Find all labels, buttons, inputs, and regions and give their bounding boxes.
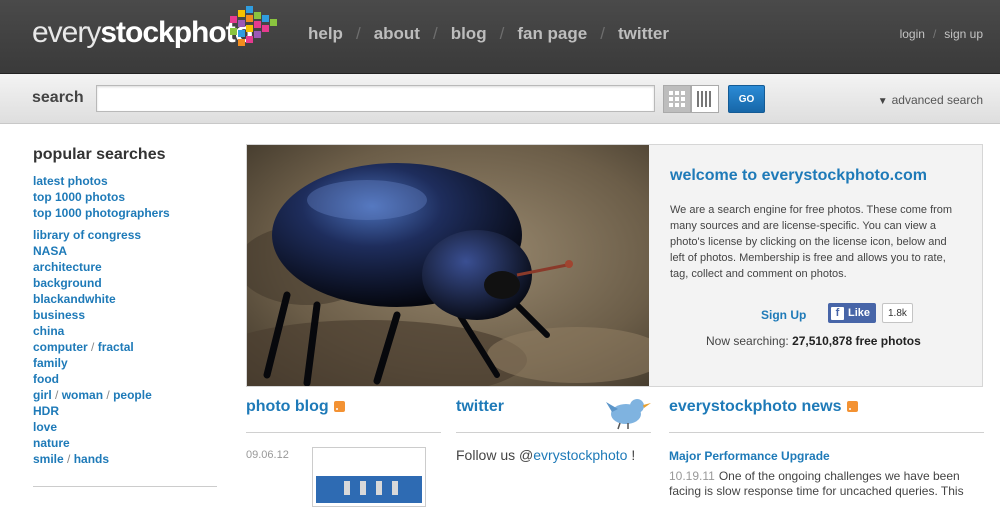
nav-blog[interactable]: blog <box>451 24 487 43</box>
blog-thumbnail-image <box>316 451 422 503</box>
popular-searches-title: popular searches <box>33 146 166 163</box>
now-searching-prefix: Now searching: <box>706 334 789 348</box>
sidebar-link[interactable]: girl <box>33 388 52 402</box>
sidebar-link[interactable]: hands <box>74 452 109 466</box>
sidebar-link[interactable]: NASA <box>33 243 218 259</box>
facebook-like-button[interactable]: f Like <box>828 303 877 323</box>
sidebar-divider <box>33 486 217 487</box>
sidebar-link[interactable]: computer <box>33 340 88 354</box>
slash-separator: / <box>67 452 71 466</box>
top-header: everystockphoto help / about / blog / fan page… <box>0 0 1000 74</box>
rss-icon[interactable] <box>333 401 345 412</box>
sidebar-link[interactable]: woman <box>62 388 103 402</box>
welcome-text: We are a search engine for free photos. … <box>670 204 953 280</box>
sidebar-link[interactable]: people <box>113 388 152 402</box>
sidebar-link[interactable]: smile <box>33 452 64 466</box>
nav-twitter[interactable]: twitter <box>618 24 669 43</box>
twitter-at: @ <box>519 447 534 463</box>
grid-icon <box>669 91 685 107</box>
column-view-button[interactable] <box>691 85 719 113</box>
follow-prefix: Follow us <box>456 447 516 463</box>
featured-photo[interactable] <box>247 145 649 386</box>
news-title-text: everystockphoto news <box>669 398 842 415</box>
grid-view-button[interactable] <box>663 85 691 113</box>
thumbnail-figures <box>344 481 398 495</box>
facebook-like-count: 1.8k <box>882 303 913 323</box>
sidebar-link[interactable]: blackandwhite <box>33 291 218 307</box>
facebook-like-label: Like <box>848 307 871 319</box>
follow-suffix: ! <box>631 447 636 463</box>
go-button[interactable]: GO <box>728 85 765 113</box>
signup-button[interactable]: Sign Up <box>761 308 806 322</box>
columns-icon <box>697 91 711 107</box>
sidebar-link[interactable]: top 1000 photographers <box>33 205 218 221</box>
column-rule <box>246 432 441 433</box>
auth-links: login / sign up <box>900 27 983 41</box>
auth-separator: / <box>932 27 937 41</box>
news-title[interactable]: everystockphoto news <box>669 398 858 416</box>
slash-separator: / <box>91 340 95 354</box>
advanced-search-label: advanced search <box>891 93 983 107</box>
nav-separator: / <box>499 24 505 43</box>
twitter-bird-icon <box>606 399 651 430</box>
site-logo[interactable]: everystockphoto <box>32 16 253 50</box>
news-date: 10.19.11 <box>669 469 715 483</box>
main-nav: help / about / blog / fan page / twitter <box>308 24 669 44</box>
sidebar-link[interactable]: business <box>33 307 218 323</box>
slash-separator: / <box>106 388 110 402</box>
twitter-handle-link[interactable]: evrystockphoto <box>533 447 627 463</box>
sidebar-combo-row: computer / fractal <box>33 339 218 355</box>
advanced-search-link[interactable]: ▼ advanced search <box>878 93 983 107</box>
news-headline[interactable]: Major Performance Upgrade <box>669 449 830 463</box>
nav-separator: / <box>600 24 605 43</box>
welcome-title: welcome to everystockphoto.com <box>670 167 927 184</box>
sidebar-link[interactable]: nature <box>33 435 218 451</box>
signup-link-header[interactable]: sign up <box>944 27 983 41</box>
news-excerpt: 10.19.11 One of the ongoing challenges we… <box>669 469 985 499</box>
beetle-photo-image <box>247 145 649 386</box>
blog-post-date: 09.06.12 <box>246 449 289 461</box>
sidebar-link[interactable]: latest photos <box>33 173 218 189</box>
nav-about[interactable]: about <box>374 24 420 43</box>
sidebar-link[interactable]: food <box>33 371 218 387</box>
column-rule <box>456 432 651 433</box>
sidebar-link[interactable]: fractal <box>98 340 134 354</box>
nav-separator: / <box>432 24 438 43</box>
sidebar-link[interactable]: library of congress <box>33 227 218 243</box>
nav-help[interactable]: help <box>308 24 343 43</box>
login-link[interactable]: login <box>900 27 925 41</box>
sidebar-link[interactable]: top 1000 photos <box>33 189 218 205</box>
search-input[interactable] <box>96 85 655 112</box>
logo-text-light: every <box>32 16 101 49</box>
rss-icon[interactable] <box>846 401 858 412</box>
now-searching-count: 27,510,878 free photos <box>792 334 921 348</box>
twitter-title[interactable]: twitter <box>456 398 504 416</box>
sidebar-combo-row: smile / hands <box>33 451 218 467</box>
logo-mosaic-icon <box>230 6 278 46</box>
slash-separator: / <box>55 388 59 402</box>
nav-separator: / <box>355 24 361 43</box>
popular-searches: popular searches latest photos top 1000 … <box>33 146 218 467</box>
blog-post-thumbnail[interactable] <box>312 447 426 507</box>
sidebar-link[interactable]: HDR <box>33 403 218 419</box>
sidebar-link[interactable]: background <box>33 275 218 291</box>
now-searching: Now searching: 27,510,878 free photos <box>706 334 921 348</box>
sidebar-link[interactable]: china <box>33 323 218 339</box>
sidebar-link[interactable]: family <box>33 355 218 371</box>
column-rule <box>669 432 984 433</box>
search-label: search <box>32 89 84 106</box>
down-arrow-icon: ▼ <box>877 96 888 107</box>
sidebar-combo-row: girl / woman / people <box>33 387 218 403</box>
photo-blog-title[interactable]: photo blog <box>246 398 345 416</box>
facebook-icon: f <box>831 306 844 320</box>
photo-blog-title-text: photo blog <box>246 398 329 415</box>
sidebar-link[interactable]: love <box>33 419 218 435</box>
twitter-follow: Follow us @evrystockphoto ! <box>456 447 635 463</box>
welcome-feature: welcome to everystockphoto.com We are a … <box>246 144 983 387</box>
search-bar: search GO ▼ advanced search <box>0 74 1000 124</box>
nav-fan-page[interactable]: fan page <box>517 24 587 43</box>
sidebar-link[interactable]: architecture <box>33 259 218 275</box>
